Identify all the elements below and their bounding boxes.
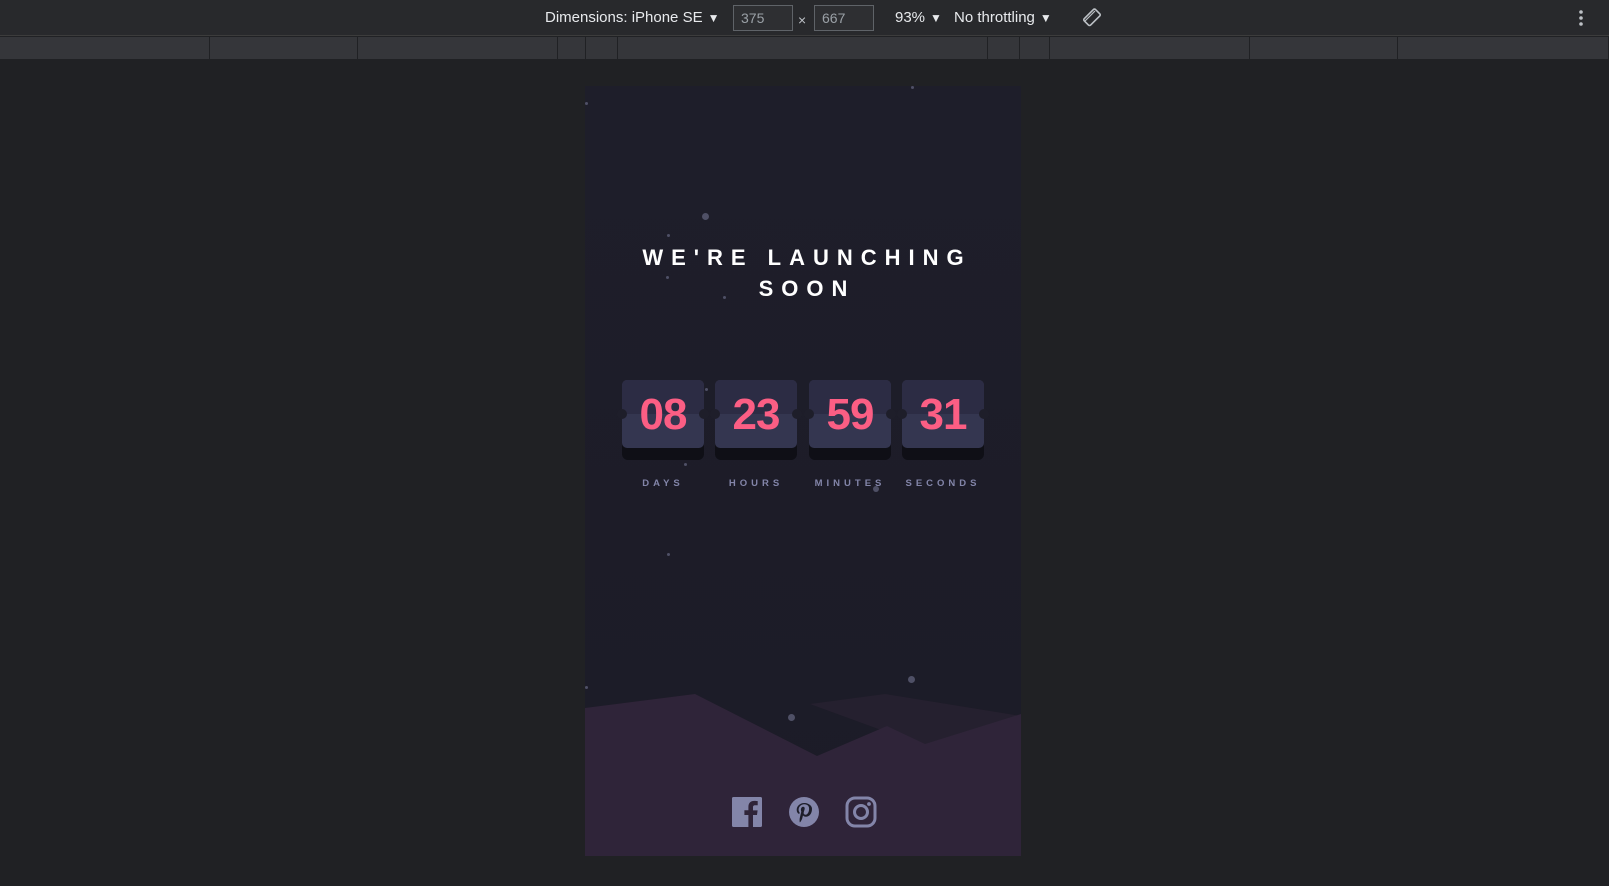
star: [908, 676, 915, 683]
rotate-icon[interactable]: [1082, 8, 1102, 28]
device-toolbar: Dimensions: iPhone SE ▼ 375 × 667 93% ▼ No…: [0, 0, 1609, 36]
page-title: WE'RE LAUNCHING SOON: [642, 245, 972, 301]
caret-down-icon: ▼: [1039, 11, 1052, 25]
caret-down-icon: ▼: [930, 11, 942, 25]
days-label: DAYS: [642, 478, 684, 489]
pinterest-icon[interactable]: [788, 796, 820, 828]
device-viewport: WE'RE LAUNCHING SOON 08 23 59 31 DAYS HO…: [585, 86, 1021, 856]
days-value: 08: [639, 390, 688, 439]
instagram-icon[interactable]: [845, 796, 877, 828]
countdown-seconds: 31: [897, 380, 989, 460]
zoom-label: 93%: [895, 9, 926, 26]
countdown-days: 08: [617, 380, 709, 460]
media-query-bar[interactable]: [0, 37, 1609, 59]
star: [585, 102, 588, 105]
hills-background: [585, 694, 1021, 856]
seconds-value: 31: [919, 390, 968, 439]
facebook-icon[interactable]: [731, 796, 763, 828]
dimensions-label: Dimensions: iPhone SE: [545, 9, 703, 26]
throttling-label: No throttling: [954, 9, 1035, 26]
hours-label: HOURS: [728, 478, 784, 489]
countdown-minutes: 59: [804, 380, 896, 460]
hours-value: 23: [732, 390, 781, 439]
star: [684, 463, 687, 466]
seconds-label: SECONDS: [905, 478, 981, 489]
height-input[interactable]: 667: [814, 5, 874, 31]
minutes-value: 59: [826, 390, 875, 439]
star: [911, 86, 914, 89]
countdown-hours: 23: [710, 380, 802, 460]
throttling-dropdown[interactable]: No throttling ▼: [954, 0, 1052, 36]
star: [702, 213, 709, 220]
zoom-dropdown[interactable]: 93% ▼: [895, 0, 942, 36]
more-options-icon[interactable]: [1578, 9, 1584, 27]
minutes-label: MINUTES: [814, 478, 886, 489]
dimensions-dropdown[interactable]: Dimensions: iPhone SE ▼: [545, 0, 719, 36]
width-input[interactable]: 375: [733, 5, 793, 31]
star: [667, 553, 670, 556]
times-sign: ×: [798, 12, 807, 28]
star: [667, 234, 670, 237]
star: [705, 388, 708, 391]
caret-down-icon: ▼: [707, 11, 720, 25]
